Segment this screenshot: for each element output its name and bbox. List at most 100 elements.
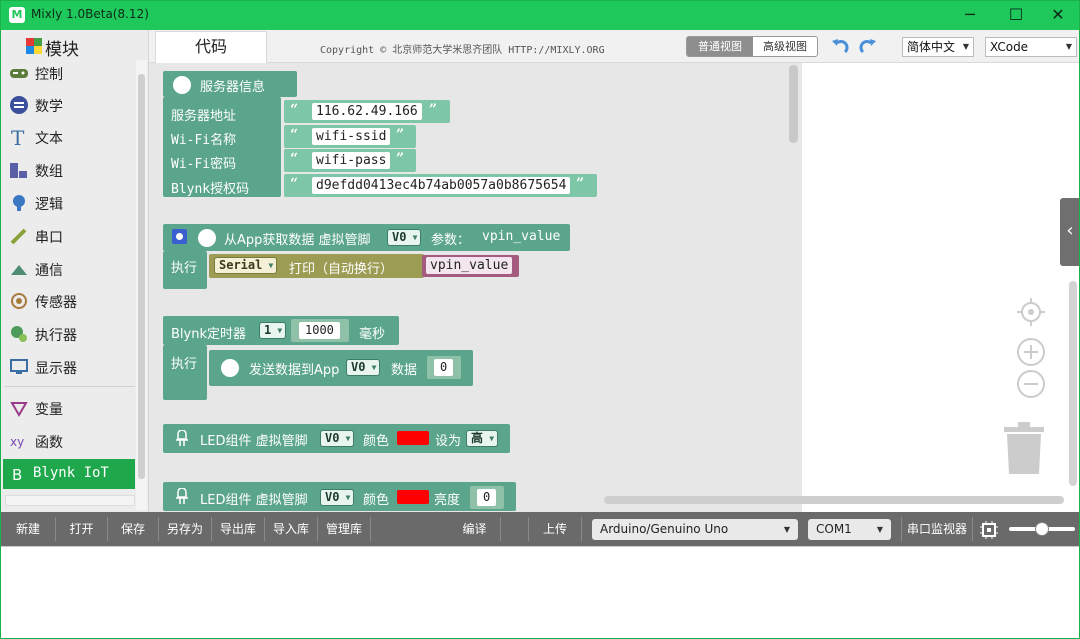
workspace-horizontal-scrollbar[interactable] bbox=[604, 496, 1064, 504]
advanced-view-button[interactable]: 高级视图 bbox=[753, 37, 817, 56]
wifi-ssid-label: Wi-Fi名称 bbox=[171, 133, 237, 148]
server-addr-value[interactable]: 116.62.49.166 bbox=[312, 103, 422, 120]
chip-icon[interactable] bbox=[979, 520, 999, 540]
close-button[interactable]: ✕ bbox=[1035, 1, 1079, 30]
param-value: vpin_value bbox=[482, 229, 561, 244]
zoom-slider[interactable] bbox=[1009, 522, 1075, 536]
wifi-ssid-string[interactable]: “ wifi-ssid ” bbox=[284, 125, 416, 148]
chevron-down-icon: ▼ bbox=[876, 525, 883, 534]
led-icon bbox=[176, 430, 188, 446]
led-color-swatch[interactable] bbox=[397, 490, 429, 504]
port-select[interactable]: COM1 ▼ bbox=[808, 519, 891, 540]
wifi-pass-value[interactable]: wifi-pass bbox=[312, 152, 391, 169]
category-display[interactable]: 显示器 bbox=[5, 352, 135, 382]
category-logic[interactable]: 逻辑 bbox=[5, 188, 135, 218]
category-label: 数组 bbox=[35, 164, 63, 180]
timer-interval-value[interactable]: 1000 bbox=[299, 322, 340, 339]
category-divider bbox=[5, 386, 135, 387]
print-value[interactable]: vpin_value bbox=[426, 257, 513, 274]
led-pin-dropdown[interactable]: V0 ▼ bbox=[320, 430, 355, 447]
category-function[interactable]: xy 函数 bbox=[5, 426, 135, 456]
send-data-value[interactable]: 0 bbox=[434, 359, 454, 376]
led-set-block[interactable]: LED组件 虚拟管脚 V0 ▼ 颜色 设为 高 ▼ bbox=[163, 424, 510, 453]
brightness-value[interactable]: 0 bbox=[477, 489, 497, 506]
serial-dropdown[interactable]: Serial ▼ bbox=[214, 257, 278, 274]
category-text[interactable]: T 文本 bbox=[5, 122, 135, 152]
server-info-title: 服务器信息 bbox=[200, 80, 266, 95]
blynk-timer-block[interactable]: Blynk定时器 1 ▼ 1000 毫秒 bbox=[163, 316, 399, 345]
theme-value: XCode bbox=[990, 40, 1029, 54]
timer-interval-block[interactable]: 1000 bbox=[291, 319, 349, 342]
trash-icon[interactable] bbox=[1003, 422, 1045, 476]
app-read-pin-dropdown[interactable]: V0 ▼ bbox=[387, 229, 422, 246]
slider-handle[interactable] bbox=[1035, 522, 1049, 536]
gear-icon[interactable] bbox=[172, 229, 187, 244]
led-pin-dropdown[interactable]: V0 ▼ bbox=[320, 489, 355, 506]
wifi-ssid-value[interactable]: wifi-ssid bbox=[312, 128, 391, 145]
wifi-pass-string[interactable]: “ wifi-pass ” bbox=[284, 149, 416, 172]
category-label: 文本 bbox=[35, 131, 63, 147]
minimize-button[interactable]: ─ bbox=[947, 1, 993, 30]
send-pin-dropdown[interactable]: V0 ▼ bbox=[346, 359, 381, 376]
category-actuator[interactable]: 执行器 bbox=[5, 319, 135, 349]
app-read-title: 从App获取数据 虚拟管脚 bbox=[224, 233, 371, 248]
send-data-block[interactable]: 发送数据到App V0 ▼ 数据 0 bbox=[209, 350, 473, 386]
server-addr-string[interactable]: “ 116.62.49.166 ” bbox=[284, 100, 450, 123]
save-as-button[interactable]: 另存为 bbox=[159, 517, 212, 541]
board-select[interactable]: Arduino/Genuino Uno ▼ bbox=[592, 519, 798, 540]
serial-monitor-button[interactable]: 串口监视器 bbox=[901, 517, 973, 541]
language-select[interactable]: 简体中文 ▼ bbox=[902, 37, 974, 57]
theme-select[interactable]: XCode ▼ bbox=[985, 37, 1077, 57]
manage-library-button[interactable]: 管理库 bbox=[318, 517, 371, 541]
export-library-button[interactable]: 导出库 bbox=[212, 517, 265, 541]
maximize-button[interactable]: ☐ bbox=[993, 1, 1039, 30]
canvas-vertical-scrollbar[interactable] bbox=[1069, 281, 1077, 486]
led-state-dropdown[interactable]: 高 ▼ bbox=[466, 430, 499, 447]
led-brightness-block[interactable]: LED组件 虚拟管脚 V0 ▼ 颜色 亮度 0 bbox=[163, 482, 516, 511]
sidebar-horizontal-scrollbar[interactable] bbox=[5, 495, 135, 506]
zoom-in-icon[interactable] bbox=[1016, 337, 1046, 367]
blynk-auth-value[interactable]: d9efdd0413ec4b74ab0057a0b8675654 bbox=[312, 177, 571, 194]
category-math[interactable]: 数学 bbox=[5, 90, 135, 120]
app-read-block[interactable]: 从App获取数据 虚拟管脚 V0 ▼ 参数： vpin_value bbox=[163, 224, 570, 251]
category-sensor[interactable]: 传感器 bbox=[5, 286, 135, 316]
new-button[interactable]: 新建 bbox=[1, 517, 56, 541]
recenter-icon[interactable] bbox=[1016, 297, 1046, 327]
import-library-button[interactable]: 导入库 bbox=[265, 517, 318, 541]
redo-icon[interactable] bbox=[857, 36, 879, 56]
category-serial[interactable]: 串口 bbox=[5, 221, 135, 251]
output-console[interactable] bbox=[1, 546, 1079, 638]
blynk-auth-string[interactable]: “ d9efdd0413ec4b74ab0057a0b8675654 ” bbox=[284, 174, 597, 197]
server-info-block[interactable]: 服务器信息 bbox=[163, 71, 297, 97]
blynk-icon: B bbox=[12, 466, 22, 484]
tab-code[interactable]: 代码 bbox=[155, 31, 267, 63]
category-control[interactable]: 控制 bbox=[5, 58, 135, 88]
led-color-swatch[interactable] bbox=[397, 431, 429, 445]
category-communication[interactable]: 通信 bbox=[5, 254, 135, 284]
category-label: 数学 bbox=[35, 99, 63, 115]
workspace-vertical-scrollbar[interactable] bbox=[789, 65, 798, 143]
upload-button[interactable]: 上传 bbox=[529, 517, 582, 541]
timer-index-dropdown[interactable]: 1 ▼ bbox=[259, 322, 287, 339]
compile-button[interactable]: 编译 bbox=[449, 517, 501, 541]
brightness-value-block[interactable]: 0 bbox=[470, 486, 504, 509]
vpin-value-block[interactable]: vpin_value bbox=[422, 255, 519, 277]
serial-print-block[interactable]: Serial ▼ 打印（自动换行） bbox=[209, 254, 424, 278]
save-button[interactable]: 保存 bbox=[108, 517, 159, 541]
sidebar-vertical-scrollbar[interactable] bbox=[136, 60, 147, 510]
variable-icon bbox=[10, 402, 28, 417]
block-workspace[interactable]: 服务器信息 服务器地址 Wi-Fi名称 Wi-Fi密码 Blynk授权码 “ 1… bbox=[149, 63, 802, 512]
language-value: 简体中文 bbox=[907, 40, 956, 54]
text-icon: T bbox=[11, 127, 25, 147]
category-blynk-iot[interactable]: B Blynk IoT bbox=[3, 459, 135, 489]
send-data-value-block[interactable]: 0 bbox=[427, 356, 461, 379]
normal-view-button[interactable]: 普通视图 bbox=[687, 37, 753, 56]
category-variable[interactable]: 变量 bbox=[5, 393, 135, 423]
category-array[interactable]: 数组 bbox=[5, 155, 135, 185]
zoom-out-icon[interactable] bbox=[1016, 369, 1046, 399]
category-label: 传感器 bbox=[35, 295, 77, 311]
open-button[interactable]: 打开 bbox=[56, 517, 108, 541]
panel-collapse-button[interactable]: ‹ bbox=[1060, 198, 1079, 266]
undo-icon[interactable] bbox=[829, 36, 851, 56]
timer-unit: 毫秒 bbox=[359, 327, 386, 342]
